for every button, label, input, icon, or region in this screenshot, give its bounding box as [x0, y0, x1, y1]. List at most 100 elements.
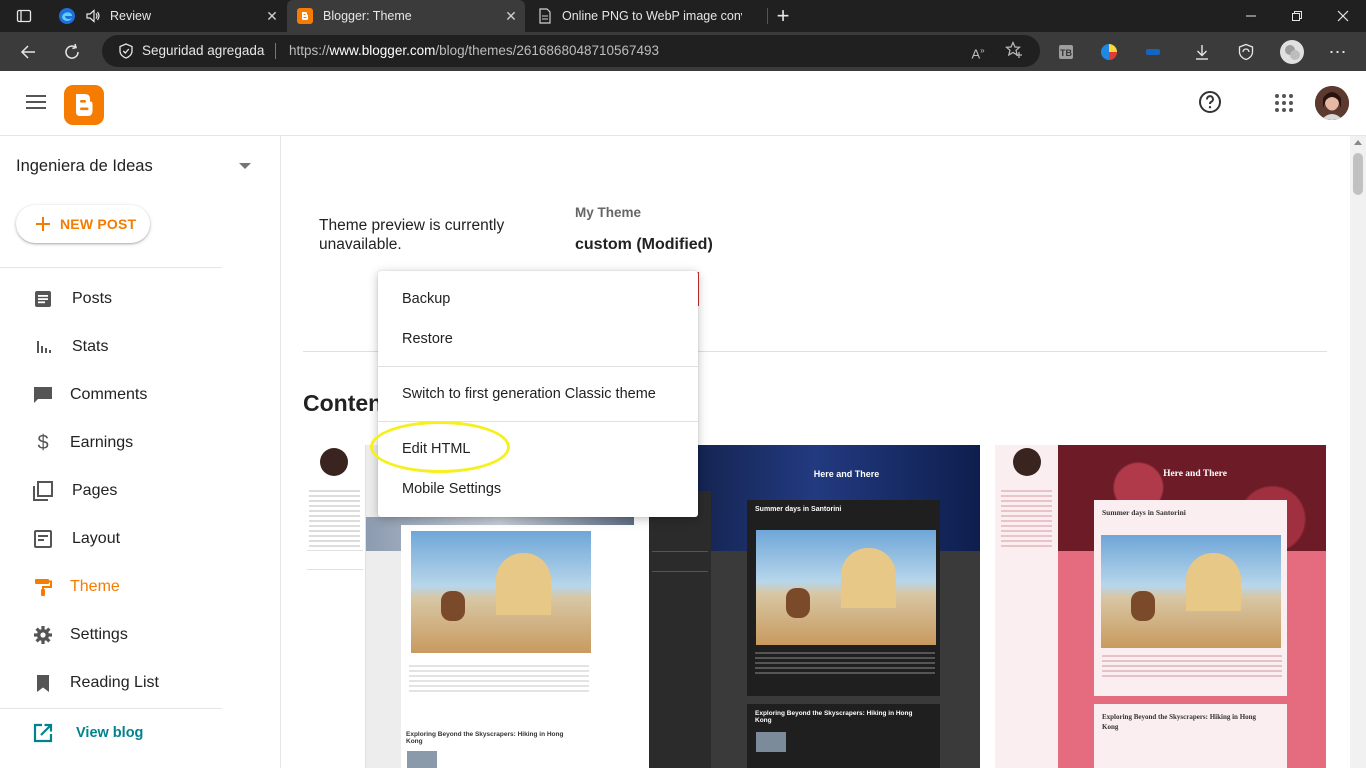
sidebar: Ingeniera de Ideas NEW POST Posts Stats … — [0, 136, 281, 768]
menu-item-label: Switch to first generation Classic theme — [402, 386, 656, 402]
bookmark-icon — [33, 673, 53, 693]
menu-separator — [378, 366, 698, 367]
thumbnail-post-text — [755, 652, 935, 676]
thumbnail-post1-title: Summer days in Santorini — [755, 506, 842, 513]
sidebar-item-settings[interactable]: Settings — [0, 613, 270, 657]
thumbnail-post-card: Exploring Beyond the Skyscrapers: Hiking… — [747, 704, 940, 768]
thumbnail-profile-text — [1001, 490, 1052, 550]
restore-window-icon[interactable] — [1274, 0, 1320, 32]
sidebar-item-label: Earnings — [70, 434, 134, 451]
view-blog-label: View blog — [76, 725, 144, 741]
menu-item-label: Edit HTML — [402, 441, 471, 457]
back-arrow-icon[interactable] — [12, 36, 44, 68]
thumbnail-post-image — [756, 530, 936, 645]
browser-tab-bar: Review ✕ Blogger: Theme ✕ Online PNG to … — [0, 0, 1366, 32]
paint-roller-icon — [33, 577, 53, 597]
blogger-logo-icon[interactable] — [64, 85, 104, 125]
thumbnail-sidebar — [649, 491, 711, 768]
menu-item-backup[interactable]: Backup — [378, 279, 698, 319]
sidebar-item-pages[interactable]: Pages — [0, 469, 270, 513]
menu-item-restore[interactable]: Restore — [378, 319, 698, 359]
thumbnail-post1-title: Summer days in Santorini — [1102, 508, 1186, 517]
speaker-icon[interactable] — [84, 7, 102, 25]
sidebar-item-label: Posts — [72, 290, 113, 307]
sidebar-item-label: Pages — [72, 482, 118, 499]
new-tab-icon[interactable]: + — [760, 0, 806, 32]
sidebar-item-layout[interactable]: Layout — [0, 517, 270, 561]
user-avatar[interactable] — [1315, 86, 1349, 120]
thumbnail-sidebar — [995, 445, 1058, 768]
profile-avatar-icon[interactable] — [1279, 39, 1305, 65]
thumbnail-post2-title: Exploring Beyond the Skyscrapers: Hiking… — [755, 710, 913, 724]
comments-icon — [33, 385, 53, 405]
sidebar-item-posts[interactable]: Posts — [0, 277, 270, 321]
blog-name[interactable]: Ingeniera de Ideas — [16, 157, 153, 176]
sidebar-item-reading-list[interactable]: Reading List — [0, 661, 270, 705]
sidebar-divider — [0, 267, 222, 268]
sidebar-item-stats[interactable]: Stats — [0, 325, 270, 369]
refresh-icon[interactable] — [56, 36, 88, 68]
sidebar-item-earnings[interactable]: $ Earnings — [0, 421, 270, 465]
thumbnail-post-image — [1101, 535, 1281, 648]
stats-icon — [33, 337, 53, 357]
scroll-up-arrow-icon[interactable] — [1354, 140, 1362, 145]
theme-thumbnail-contempo-pink[interactable]: Here and There Summer days in Santorini … — [995, 445, 1326, 768]
tab-png-to-webp[interactable]: Online PNG to WebP image conv — [526, 0, 764, 32]
pages-icon — [33, 481, 53, 501]
url-text[interactable]: https://www.blogger.com/blog/themes/2616… — [289, 43, 659, 58]
downloads-icon[interactable] — [1190, 40, 1214, 64]
tab-actions-icon[interactable] — [12, 4, 36, 28]
new-post-label: NEW POST — [60, 216, 137, 232]
thumbnail-divider — [652, 551, 708, 552]
apps-grid-icon[interactable] — [1274, 93, 1294, 113]
thumbnail-divider — [307, 550, 363, 551]
contents-section-title: Conten — [303, 390, 383, 416]
edge-icon — [58, 7, 76, 25]
favorites-add-icon[interactable] — [1004, 41, 1024, 61]
view-blog-link[interactable]: View blog — [0, 711, 270, 755]
sidebar-item-label: Comments — [70, 386, 148, 403]
scrollbar-thumb[interactable] — [1353, 153, 1363, 195]
read-aloud-icon[interactable]: A» — [968, 41, 988, 61]
tab-title: Blogger: Theme — [323, 9, 412, 23]
menu-item-switch-classic-theme[interactable]: Switch to first generation Classic theme — [378, 374, 698, 414]
menu-item-label: Restore — [402, 331, 453, 347]
menu-item-mobile-settings[interactable]: Mobile Settings — [378, 469, 698, 509]
sidebar-item-comments[interactable]: Comments — [0, 373, 270, 417]
theme-thumbnail-contempo-dark[interactable]: Here and There Summer days in Santorini … — [649, 445, 980, 768]
sidebar-item-theme[interactable]: Theme — [0, 565, 270, 609]
thumbnail-post-image — [411, 531, 591, 653]
menu-item-edit-html[interactable]: Edit HTML — [378, 429, 698, 469]
browser-toolbar: Seguridad agregada https://www.blogger.c… — [0, 32, 1366, 71]
browser-essentials-icon[interactable] — [1234, 40, 1258, 64]
security-label[interactable]: Seguridad agregada — [142, 43, 264, 58]
new-post-button[interactable]: NEW POST — [16, 205, 150, 243]
collections-icon[interactable] — [1097, 40, 1121, 64]
thumbnail-amphora — [1131, 591, 1155, 621]
close-tab-icon[interactable]: ✕ — [503, 8, 519, 24]
current-theme-name: custom (Modified) — [575, 236, 713, 253]
hamburger-menu-icon[interactable] — [26, 95, 46, 111]
thumbnail-amphora — [786, 588, 810, 618]
close-tab-icon[interactable]: ✕ — [264, 8, 280, 24]
tab-review[interactable]: Review ✕ — [48, 0, 286, 32]
more-options-icon[interactable]: ⋯ — [1326, 40, 1350, 64]
thumbnail-post-text — [1102, 655, 1282, 679]
help-icon[interactable] — [1198, 90, 1222, 114]
extension-icon[interactable]: TB — [1054, 40, 1078, 64]
url-path: /blog/themes/2616868048710567493 — [435, 43, 660, 58]
document-favicon-icon — [538, 8, 552, 24]
minimize-icon[interactable] — [1228, 0, 1274, 32]
thumbnail-blog-title: Here and There — [1163, 469, 1227, 479]
thumbnail-post2-image — [756, 732, 786, 752]
shield-icon[interactable] — [118, 43, 134, 59]
tab-blogger-theme[interactable]: Blogger: Theme ✕ — [287, 0, 525, 32]
extension-blue-icon[interactable] — [1141, 40, 1165, 64]
thumbnail-post-card: Summer days in Santorini — [747, 500, 940, 696]
close-window-icon[interactable] — [1320, 0, 1366, 32]
page-scrollbar[interactable] — [1350, 136, 1366, 768]
layout-icon — [33, 529, 53, 549]
blog-switcher-dropdown-icon[interactable] — [239, 163, 251, 169]
address-bar[interactable]: Seguridad agregada https://www.blogger.c… — [102, 35, 1040, 67]
dollar-icon: $ — [37, 432, 49, 454]
